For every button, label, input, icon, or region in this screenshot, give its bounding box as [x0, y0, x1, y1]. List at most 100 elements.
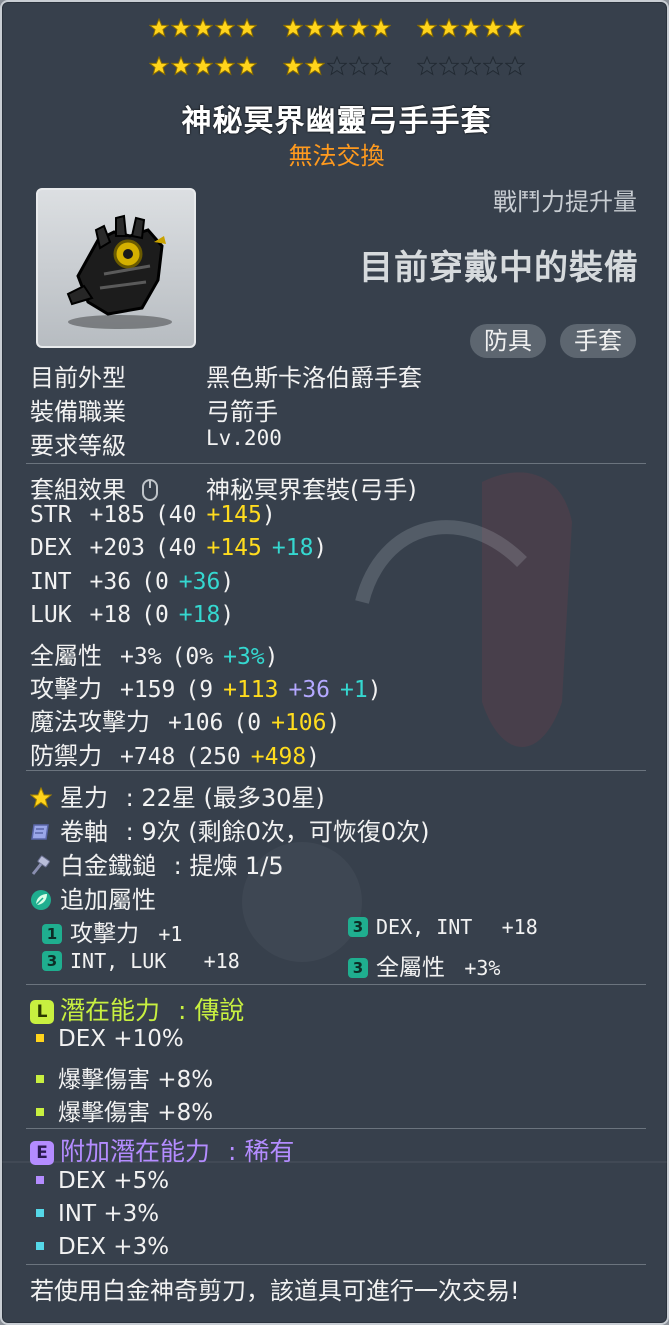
tier-badge: 3: [348, 958, 368, 978]
star-filled-icon: [326, 18, 347, 38]
star-filled-icon: [370, 18, 391, 38]
divider: [26, 770, 646, 771]
stat-row: LUK +18 (0 +18): [30, 602, 234, 628]
star-filled-icon: [170, 18, 191, 38]
star-filled-icon: [170, 56, 191, 76]
stat-close: ): [367, 677, 382, 703]
bonus-stat-row: 追加屬性: [30, 880, 156, 915]
stat-base: (0: [141, 568, 169, 595]
item-icon-frame: [36, 188, 196, 348]
stat-row: STR +185 (40 +145): [30, 502, 276, 528]
bonus-stat-name: 攻擊力: [70, 921, 139, 947]
divider: [26, 463, 646, 464]
tier-badge: 3: [348, 917, 368, 937]
stat-total: +3%: [120, 643, 162, 670]
additional-potential-header: E 附加潛在能力 : 稀有: [30, 1132, 294, 1168]
potential-grade: : 傳說: [177, 996, 245, 1025]
stat-row: DEX +203 (40 +145 +18): [30, 535, 327, 561]
stat-total: +36: [89, 568, 132, 595]
stat-total: +203: [89, 535, 145, 562]
stat-close: ): [220, 568, 235, 595]
info-row-job: 裝備職業 弓箭手: [30, 392, 278, 427]
stat-bonus: +498: [250, 743, 307, 770]
star-group: [282, 18, 391, 38]
stat-close: ): [306, 743, 321, 770]
stat-row: 攻擊力 +159 (9 +113 +36 +1): [30, 669, 382, 704]
stat-total: +159: [120, 677, 176, 703]
combat-power-label: 戰鬥力提升量: [493, 188, 637, 216]
star-empty-icon: [348, 56, 369, 76]
stat-name: STR: [30, 502, 72, 528]
star-empty-icon: [438, 56, 459, 76]
additional-potential-line-text: DEX +3%: [58, 1234, 170, 1260]
set-effect-value: 神秘冥界套裝(弓手): [206, 476, 417, 504]
bonus-stat-line: 3 INT, LUK +18: [42, 948, 240, 974]
tier-badge: 3: [42, 951, 62, 971]
stat-total: +106: [168, 710, 224, 737]
star-filled-icon: [214, 18, 235, 38]
stat-bonus: +3%: [223, 643, 265, 670]
stat-total: +748: [120, 743, 176, 770]
star-filled-icon: [282, 18, 303, 38]
category-tag-armor: 防具: [470, 324, 546, 358]
starforce-label: 星力: [60, 784, 108, 812]
potential-title: 潛在能力: [60, 996, 161, 1025]
stat-name: 防禦力: [30, 741, 102, 770]
stat-row: 全屬性 +3% (0% +3%): [30, 636, 279, 671]
bullet: [36, 1034, 44, 1042]
potential-line-text: 爆擊傷害 +8%: [58, 1100, 214, 1126]
stat-close: ): [264, 643, 279, 670]
star-filled-icon: [304, 18, 325, 38]
stat-bonus: +113: [223, 677, 279, 703]
set-effect-row[interactable]: 套組效果 神秘冥界套裝(弓手): [30, 470, 417, 505]
stat-base: (0%: [171, 643, 214, 670]
bullet: [36, 1242, 44, 1250]
stat-bonus: +106: [271, 710, 327, 737]
star-empty-icon: [416, 56, 437, 76]
bonus-stat-name: INT, LUK: [70, 949, 167, 973]
star-group: [416, 56, 525, 76]
star-empty-icon: [460, 56, 481, 76]
stat-base: (9: [185, 677, 214, 703]
leaf-icon: [31, 890, 51, 910]
bullet: [36, 1075, 44, 1083]
set-effect-label: 套組效果: [30, 476, 126, 504]
bonus-stat-value: +18: [501, 915, 538, 939]
star-filled-icon: [192, 56, 213, 76]
stat-row: INT +36 (0 +36): [30, 569, 234, 595]
item-name: 神秘冥界幽靈弓手手套: [181, 104, 492, 139]
star-filled-icon: [282, 56, 303, 76]
bonus-stat-value: +18: [203, 949, 240, 973]
info-value: Lv.200: [206, 426, 282, 450]
divider: [26, 984, 646, 985]
stat-close: ): [220, 602, 235, 629]
hammer-icon: [31, 855, 50, 875]
stat-base: (0: [233, 710, 262, 737]
stat-row: 魔法攻擊力 +106 (0 +106): [30, 702, 340, 737]
info-value: 黑色斯卡洛伯爵手套: [206, 364, 422, 392]
potential-header: L 潛在能力 : 傳說: [30, 991, 244, 1027]
stat-close: ): [261, 502, 276, 528]
stat-bonus: +18: [271, 535, 314, 562]
stat-close: ): [326, 710, 341, 737]
star-filled-icon: [192, 18, 213, 38]
bonus-stat-value: +1: [158, 922, 183, 946]
star-filled-icon: [504, 18, 525, 38]
bullet: [36, 1209, 44, 1217]
bonus-stat-name: DEX, INT: [376, 915, 473, 939]
stat-bonus: +36: [178, 568, 221, 595]
divider: [26, 1128, 646, 1129]
star-force-row-2: [2, 56, 667, 76]
info-label: 裝備職業: [30, 398, 126, 426]
star-force-row-1: [2, 18, 667, 38]
star-filled-icon: [348, 18, 369, 38]
bonus-stat-label: 追加屬性: [60, 886, 156, 914]
potential-line: DEX +10%: [36, 1026, 184, 1052]
epic-badge: E: [30, 1141, 54, 1165]
tier-badge: 1: [42, 924, 62, 944]
potential-line: 爆擊傷害 +8%: [36, 1060, 213, 1094]
star-icon: [30, 787, 52, 809]
scroll-value: : 9次 (剩餘0次，可恢復0次): [125, 818, 430, 846]
scroll-icon: [31, 824, 49, 840]
trade-status: 無法交換: [288, 142, 385, 170]
